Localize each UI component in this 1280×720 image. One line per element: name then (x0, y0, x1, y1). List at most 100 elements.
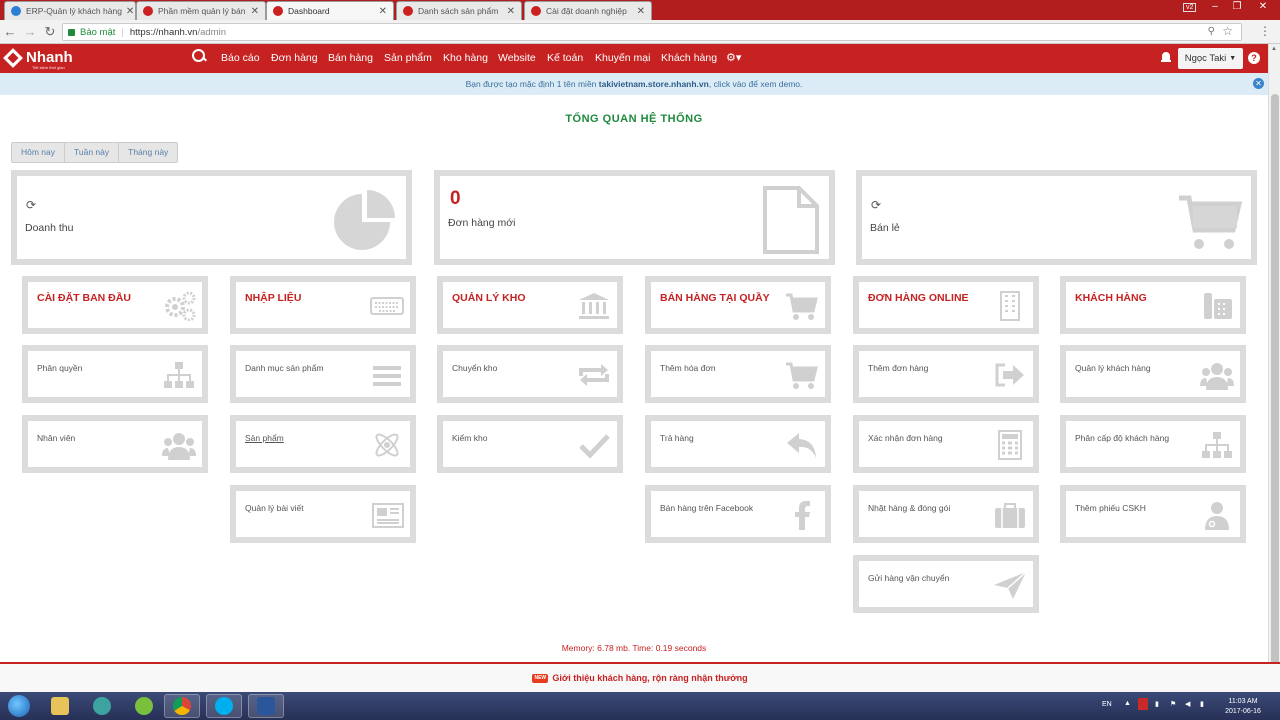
tile-warehouse-header[interactable]: QUẢN LÝ KHO (437, 276, 623, 334)
chrome-icon[interactable] (164, 694, 200, 718)
tile-add-invoice[interactable]: Thêm hóa đơn (645, 345, 831, 403)
network-tray-icon[interactable]: ▮ (1155, 700, 1159, 708)
maximize-icon[interactable]: ❐ (1226, 1, 1248, 12)
nav-item-website[interactable]: Website (498, 52, 536, 64)
refresh-icon[interactable]: ⟳ (26, 198, 36, 212)
tab-title: Cài đặt doanh nghiệp (546, 6, 627, 16)
tile-pick-pack[interactable]: Nhặt hàng & đóng gói (853, 485, 1039, 543)
close-icon[interactable]: ✕ (247, 6, 259, 17)
browser-tab-danh-sach[interactable]: Danh sách sản phẩm ✕ (396, 1, 522, 20)
url-field[interactable]: Bảo mật | https://nhanh.vn /admin ⚲ ☆ (62, 23, 1242, 41)
tile-stock-check[interactable]: Kiểm kho (437, 415, 623, 473)
volume-tray-icon[interactable]: ◀ (1185, 700, 1190, 708)
tile-counter-sales-header[interactable]: BÁN HÀNG TẠI QUẦY (645, 276, 831, 334)
nhanh-logo[interactable]: Nhanh Tiết kiệm thời gian (3, 47, 74, 71)
search-icon[interactable] (192, 49, 206, 63)
file-explorer-icon[interactable] (42, 694, 78, 718)
nav-item-kho-hang[interactable]: Kho hàng (443, 52, 488, 64)
flag-tray-icon[interactable]: ⚑ (1170, 700, 1176, 708)
tile-products[interactable]: Sản phẩm (230, 415, 416, 473)
notification-bell-icon[interactable] (1161, 52, 1171, 63)
tile-employees[interactable]: Nhân viên (22, 415, 208, 473)
settings-gear-icon[interactable]: ⚙▾ (726, 51, 741, 64)
reload-icon[interactable]: ↻ (40, 24, 60, 40)
profile-badge[interactable]: v2 (1183, 3, 1197, 12)
tile-returns[interactable]: Trả hàng (645, 415, 831, 473)
newspaper-icon (372, 503, 404, 528)
retail-card[interactable]: ⟳ Bán lẻ (856, 170, 1257, 265)
media-app-icon[interactable] (84, 694, 120, 718)
back-icon[interactable]: ← (0, 24, 20, 39)
tile-manage-posts[interactable]: Quản lý bài viết (230, 485, 416, 543)
tile-manage-customers[interactable]: Quản lý khách hàng (1060, 345, 1246, 403)
browser-tab-phan-mem[interactable]: Phần mềm quản lý bán ✕ (136, 1, 266, 20)
tile-facebook-sales[interactable]: Bán hàng trên Facebook (645, 485, 831, 543)
close-icon[interactable]: ✕ (1253, 78, 1264, 89)
period-today-button[interactable]: Hôm nay (12, 143, 66, 162)
tile-confirm-order[interactable]: Xác nhận đơn hàng (853, 415, 1039, 473)
clock-time: 11:03 AM (1228, 698, 1258, 705)
nav-item-bao-cao[interactable]: Báo cáo (221, 52, 260, 64)
tile-data-entry-header[interactable]: NHẬP LIỆU (230, 276, 416, 334)
user-menu-button[interactable]: Ngọc Taki ▼ (1178, 48, 1243, 69)
new-orders-card[interactable]: 0 Đơn hàng mới (434, 170, 835, 265)
tile-online-orders-header[interactable]: ĐƠN HÀNG ONLINE (853, 276, 1039, 334)
close-window-icon[interactable]: ✕ (1252, 1, 1274, 12)
leaf-app-icon[interactable] (126, 694, 162, 718)
tile-customers-header[interactable]: KHÁCH HÀNG (1060, 276, 1246, 334)
nav-item-ke-toan[interactable]: Kế toán (547, 52, 583, 64)
tile-add-cs-ticket[interactable]: Thêm phiếu CSKH (1060, 485, 1246, 543)
tile-stock-transfer[interactable]: Chuyển kho (437, 345, 623, 403)
windows-start-icon[interactable] (8, 695, 30, 717)
bookmark-star-icon[interactable]: ☆ (1222, 24, 1233, 38)
nav-item-khuyen-mai[interactable]: Khuyến mại (595, 52, 650, 64)
nav-item-ban-hang[interactable]: Bán hàng (328, 52, 373, 64)
org-chart-icon (164, 362, 194, 388)
clock-date: 2017-06-16 (1225, 708, 1261, 715)
close-icon[interactable]: ✕ (503, 6, 515, 17)
paper-plane-icon (994, 571, 1027, 599)
tile-permissions[interactable]: Phân quyền (22, 345, 208, 403)
skype-icon[interactable] (206, 694, 242, 718)
scroll-thumb[interactable] (1271, 94, 1279, 674)
help-icon[interactable]: ? (1248, 52, 1260, 64)
tile-add-order[interactable]: Thêm đơn hàng (853, 345, 1039, 403)
tray-expand-icon[interactable]: ▲ (1124, 700, 1131, 707)
document-icon (763, 186, 819, 254)
app-navbar: Nhanh Tiết kiệm thời gian Báo cáo Đơn hà… (0, 44, 1280, 73)
period-month-button[interactable]: Tháng này (119, 143, 177, 162)
nav-item-san-pham[interactable]: Sản phẩm (384, 52, 432, 64)
zoom-icon[interactable]: ⚲ (1208, 26, 1215, 37)
browser-tab-erp[interactable]: ERP-Quản lý khách hàng ✕ (4, 1, 136, 20)
nav-item-khach-hang[interactable]: Khách hàng (661, 52, 717, 64)
input-language[interactable]: EN (1102, 701, 1112, 708)
scroll-up-icon[interactable]: ▲ (1271, 46, 1277, 52)
notice-domain-link[interactable]: takivietnam.store.nhanh.vn (599, 79, 709, 89)
tile-customer-levels[interactable]: Phân cấp độ khách hàng (1060, 415, 1246, 473)
period-week-button[interactable]: Tuần này (65, 143, 120, 162)
browser-tab-strip: ERP-Quản lý khách hàng ✕ Phần mềm quản l… (0, 0, 1280, 20)
network-signal-icon[interactable]: ▮ (1200, 700, 1204, 708)
word-icon[interactable] (248, 694, 284, 718)
close-icon[interactable]: ✕ (122, 6, 134, 17)
refresh-icon[interactable]: ⟳ (871, 198, 881, 212)
page-scrollbar[interactable]: ▲ (1268, 44, 1280, 674)
nav-item-don-hang[interactable]: Đơn hàng (271, 52, 318, 64)
tile-shipping[interactable]: Gửi hàng vận chuyển (853, 555, 1039, 613)
browser-tab-cai-dat[interactable]: Cài đặt doanh nghiệp ✕ (524, 1, 652, 20)
tile-product-categories[interactable]: Danh mục sản phẩm (230, 345, 416, 403)
system-clock[interactable]: 11:03 AM 2017-06-16 (1218, 697, 1268, 717)
antivirus-tray-icon[interactable] (1138, 698, 1148, 710)
shopping-cart-icon (1179, 195, 1243, 249)
revenue-card[interactable]: ⟳ Doanh thu (11, 170, 412, 265)
tile-setup-header[interactable]: CÀI ĐẶT BAN ĐẦU (22, 276, 208, 334)
referral-promo-bar[interactable]: NEW Giới thiệu khách hàng, rộn ràng nhận… (0, 662, 1280, 692)
tile-title: NHẬP LIỆU (245, 292, 302, 304)
tab-title: Phần mềm quản lý bán (158, 6, 246, 16)
forward-icon[interactable]: → (20, 24, 40, 39)
close-icon[interactable]: ✕ (633, 6, 645, 17)
browser-tab-dashboard[interactable]: Dashboard ✕ (266, 1, 394, 20)
browser-menu-icon[interactable]: ⋮ (1259, 24, 1271, 38)
minimize-icon[interactable]: – (1204, 1, 1226, 12)
close-icon[interactable]: ✕ (375, 6, 387, 17)
